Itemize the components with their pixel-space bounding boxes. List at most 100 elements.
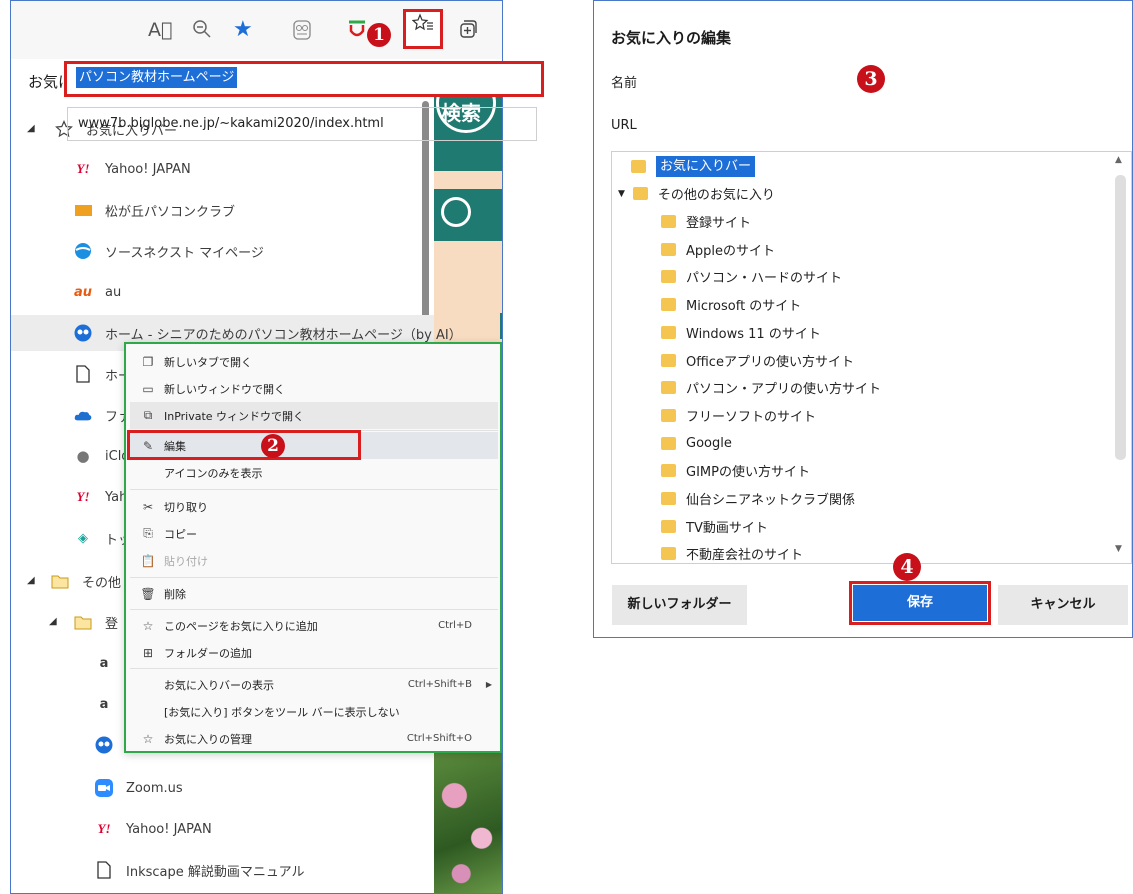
- folder-item[interactable]: Windows 11 のサイト: [661, 320, 821, 345]
- step-badge-3: 3: [857, 65, 885, 93]
- scroll-up-icon[interactable]: ▲: [1115, 155, 1122, 165]
- folder-icon: [661, 381, 676, 394]
- menu-item-label: InPrivate ウィンドウで開く: [164, 409, 305, 423]
- folder-item-label: 登: [105, 616, 119, 632]
- expand-arrow-icon[interactable]: ▼: [618, 189, 625, 199]
- favorite-item[interactable]: ホー: [74, 356, 131, 392]
- new-folder-button[interactable]: 新しいフォルダー: [612, 585, 747, 625]
- favorite-item[interactable]: Y! Yah: [74, 479, 128, 515]
- flower-photo: [434, 753, 502, 893]
- scroll-down-icon[interactable]: ▼: [1115, 544, 1122, 554]
- dialog-title: お気に入りの編集: [611, 29, 732, 47]
- apple-icon: ●: [76, 447, 90, 465]
- menu-cut[interactable]: ✂ 切り取り: [130, 493, 498, 520]
- menu-shortcut: Ctrl+D: [438, 620, 472, 631]
- folder-icon: [661, 492, 676, 505]
- menu-open-inprivate[interactable]: ⧉ InPrivate ウィンドウで開く: [130, 402, 498, 429]
- menu-item-label: アイコンのみを表示: [164, 466, 263, 480]
- folder-icon: [661, 520, 676, 533]
- step-badge-4: 4: [893, 553, 921, 581]
- folder-item-favorites-bar[interactable]: お気に入りバー: [631, 154, 756, 179]
- favorite-item[interactable]: Y! Yahoo! JAPAN: [95, 811, 212, 847]
- favorite-item[interactable]: ソースネクスト マイページ: [74, 233, 264, 269]
- folder-item[interactable]: パソコン・ハードのサイト: [661, 264, 842, 289]
- extension-owl-icon[interactable]: [291, 19, 313, 46]
- folder-item[interactable]: 登録サイト: [661, 209, 751, 234]
- menu-item-label: フォルダーの追加: [164, 646, 252, 660]
- favorite-item-label: ホーム - シニアのためのパソコン教材ホームページ（by AI）: [105, 327, 462, 343]
- menu-open-new-window[interactable]: ▭ 新しいウィンドウで開く: [130, 375, 498, 402]
- step-badge-2: 2: [261, 434, 285, 458]
- folder-tree-scrollbar[interactable]: [1115, 175, 1126, 460]
- folder-item[interactable]: Microsoft のサイト: [661, 292, 801, 317]
- extension-shield-icon[interactable]: [347, 19, 367, 46]
- menu-show-favorites-bar[interactable]: お気に入りバーの表示 Ctrl+Shift+B ▶: [130, 671, 498, 698]
- copy-icon: ⎘: [143, 526, 153, 540]
- folder-item[interactable]: Officeアプリの使い方サイト: [661, 348, 854, 373]
- context-menu: ❐ 新しいタブで開く ▭ 新しいウィンドウで開く ⧉ InPrivate ウィンドウで…: [124, 342, 502, 753]
- cancel-button[interactable]: キャンセル: [998, 585, 1128, 625]
- folder-item[interactable]: 登: [74, 604, 118, 640]
- favorite-item-label: Zoom.us: [126, 780, 183, 796]
- favorite-item-label: au: [105, 284, 122, 300]
- menu-delete[interactable]: 🗑 削除: [130, 580, 498, 607]
- folder-item[interactable]: その他: [51, 563, 121, 599]
- folder-item-other[interactable]: ▼ その他のお気に入り: [618, 181, 775, 206]
- folder-icon: [661, 298, 676, 311]
- folder-item[interactable]: TV動画サイト: [661, 514, 768, 539]
- folder-item[interactable]: 仙台シニアネットクラブ関係: [661, 486, 855, 511]
- menu-hide-favorites-button[interactable]: [お気に入り] ボタンをツール バーに表示しない: [130, 698, 498, 725]
- owl-icon: [74, 324, 92, 342]
- folder-item[interactable]: Appleのサイト: [661, 237, 775, 262]
- favorite-item[interactable]: [95, 727, 126, 763]
- save-button[interactable]: 保存: [853, 585, 987, 621]
- favorite-item[interactable]: ファ: [74, 397, 131, 433]
- menu-open-new-tab[interactable]: ❐ 新しいタブで開く: [130, 348, 498, 375]
- favorite-item[interactable]: Zoom.us: [95, 770, 183, 806]
- favorite-item[interactable]: 松が丘パソコンクラブ: [74, 192, 235, 228]
- yahoo-icon: Y!: [76, 489, 90, 504]
- favorite-item[interactable]: Y! Yahoo! JAPAN: [74, 151, 191, 187]
- favorite-item[interactable]: ◈ トッ: [74, 520, 131, 556]
- read-aloud-icon[interactable]: A⃨: [148, 19, 172, 41]
- folder-label: Appleのサイト: [686, 244, 776, 259]
- folder-icon: [661, 547, 676, 560]
- paste-icon: 📋: [140, 553, 156, 568]
- menu-copy[interactable]: ⎘ コピー: [130, 520, 498, 547]
- favorite-star-filled-icon[interactable]: ★: [233, 19, 253, 41]
- url-input[interactable]: www7b.biglobe.ne.jp/~kakami2020/index.ht…: [67, 107, 537, 141]
- menu-item-label: [お気に入り] ボタンをツール バーに表示しない: [164, 705, 400, 719]
- menu-add-page-to-favorites[interactable]: ☆ このページをお気に入りに追加 Ctrl+D: [130, 612, 498, 639]
- menu-add-folder[interactable]: ⊞ フォルダーの追加: [130, 639, 498, 666]
- favorites-button[interactable]: [403, 9, 443, 49]
- add-favorite-icon: ☆: [142, 618, 154, 633]
- folder-item[interactable]: Google: [661, 431, 732, 456]
- yahoo-icon: Y!: [97, 821, 111, 836]
- new-tab-icon: ❐: [142, 354, 154, 369]
- collections-icon[interactable]: [458, 19, 478, 44]
- menu-separator: [130, 577, 498, 578]
- menu-manage-favorites[interactable]: ☆ お気に入りの管理 Ctrl+Shift+O: [130, 725, 498, 752]
- zoom-out-icon[interactable]: [192, 19, 212, 44]
- name-input[interactable]: パソコン教材ホームページ: [76, 67, 238, 88]
- expand-arrow-icon[interactable]: ◢: [27, 123, 35, 134]
- yahoo-icon: Y!: [76, 161, 90, 176]
- menu-show-icon-only[interactable]: アイコンのみを表示: [130, 459, 498, 486]
- favorite-item[interactable]: Inkscape 解説動画マニュアル: [95, 852, 304, 888]
- folder-item[interactable]: フリーソフトのサイト: [661, 403, 816, 428]
- menu-item-label: 貼り付け: [164, 554, 208, 568]
- favorite-item[interactable]: a: [95, 686, 126, 722]
- favorite-item[interactable]: au au: [74, 274, 121, 310]
- menu-item-label: 削除: [164, 587, 186, 601]
- scissors-icon: ✂: [142, 499, 154, 514]
- folder-item[interactable]: 不動産会社のサイト: [661, 541, 803, 566]
- expand-arrow-icon[interactable]: ◢: [49, 616, 57, 627]
- expand-arrow-icon[interactable]: ◢: [27, 575, 35, 586]
- folder-item[interactable]: パソコン・アプリの使い方サイト: [661, 375, 881, 400]
- favorite-item[interactable]: ● iClo: [74, 438, 129, 474]
- folder-label: その他のお気に入り: [657, 188, 775, 203]
- folder-item[interactable]: GIMPの使い方サイト: [661, 458, 810, 483]
- folder-icon: [51, 572, 69, 590]
- favorite-item[interactable]: a: [95, 645, 126, 681]
- amazon-icon: a: [99, 655, 109, 671]
